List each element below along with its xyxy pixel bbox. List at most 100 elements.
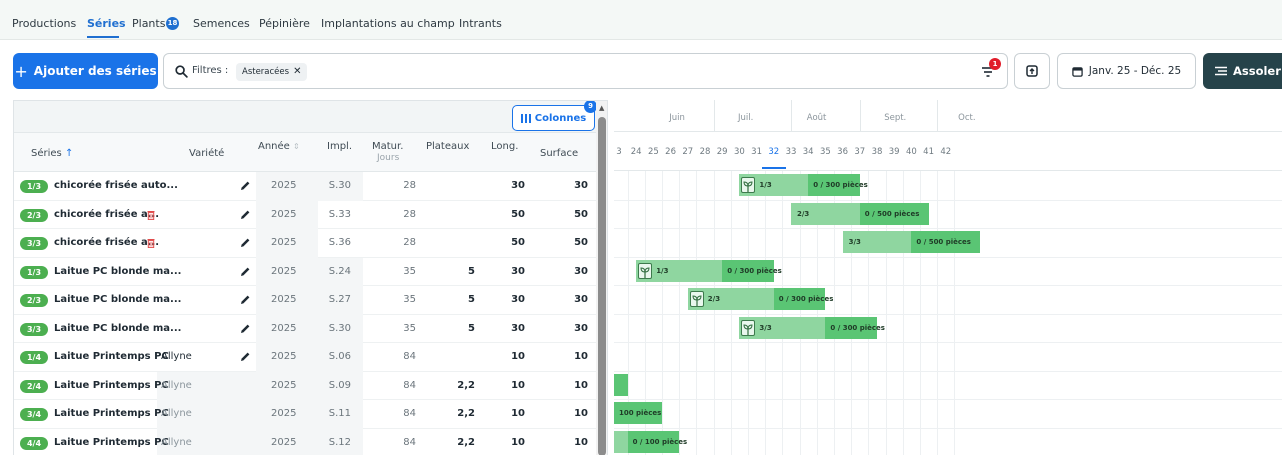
maturity-cell: 84 (403, 408, 416, 419)
assoler-label: Assoler ( (1233, 64, 1282, 78)
implantation-week-cell: S.30 (328, 322, 351, 334)
assoler-button[interactable]: Assoler ( (1203, 53, 1282, 89)
tab-implantations[interactable]: Implantations au champ (321, 17, 455, 30)
gantt-bar[interactable]: 2/3 0 / 500 pièces (791, 202, 929, 225)
export-button[interactable] (1014, 53, 1050, 89)
series-name: Laitue PC blonde ma... (54, 294, 182, 305)
pencil-icon[interactable] (239, 351, 251, 363)
columns-button[interactable]: Colonnes (512, 105, 595, 131)
scroll-up-icon[interactable]: ▲ (599, 104, 604, 112)
gantt-bar[interactable]: 0 / 100 pièces (614, 430, 687, 453)
series-name: Laitue PC blonde ma... (54, 265, 182, 277)
table-row[interactable]: 4/4 Laitue Printemps PC Allyne 2025 S.12 84 2,… (14, 428, 596, 455)
tab-productions[interactable]: Productions (12, 17, 76, 30)
gantt-bar[interactable]: 100 pièces (614, 402, 662, 424)
implantation-week-cell: S.36 (328, 237, 351, 248)
header-year-label: Année (258, 141, 290, 152)
table-row[interactable]: 1/4 Laitue Printemps PC Allyne 2025 S.06 84 10… (14, 343, 596, 372)
table-row[interactable]: 1/3 chicorée frisée auto... 2025 S.30 28 30 30 (14, 172, 596, 201)
header-matur[interactable]: Matur. (372, 141, 403, 152)
pencil-icon[interactable] (239, 209, 251, 221)
header-series[interactable]: Séries ↑ (31, 148, 73, 159)
gantt-bar[interactable]: 3/3 0 / 500 pièces (842, 231, 981, 253)
gantt-bar[interactable]: 3/3 0 / 300 pièces (739, 316, 885, 339)
add-series-button[interactable]: + Ajouter des séries (13, 53, 158, 89)
header-impl[interactable]: Impl. (327, 141, 352, 152)
header-variety[interactable]: Variété (189, 148, 224, 159)
gantt-week-label[interactable]: 42 (931, 147, 961, 157)
date-range-label: Janv. 25 - Déc. 25 (1088, 65, 1182, 77)
maturity-cell: 28 (403, 237, 416, 248)
year-cell: 2025 (271, 351, 297, 362)
year-cell: 2025 (271, 265, 297, 277)
plateaux-cell: 5 (468, 265, 475, 277)
series-name: Laitue PC blonde ma... (54, 322, 182, 334)
pencil-icon[interactable] (239, 180, 251, 192)
row-gridline (614, 313, 1282, 315)
header-surface[interactable]: Surface (540, 148, 578, 159)
series-table: Colonnes 9 Séries ↑ Variété Année ⇕ Impl… (13, 100, 608, 455)
length-cell: 10 (511, 436, 525, 448)
pencil-icon[interactable] (239, 266, 251, 278)
pencil-icon[interactable] (239, 323, 251, 335)
implantation-week-cell: S.24 (328, 265, 351, 277)
table-row[interactable]: 2/4 Laitue Printemps PC Allyne 2025 S.09 84 2,… (14, 371, 596, 400)
app-root: Productions Séries Plants 18 Semences Pé… (0, 0, 1282, 455)
trash-icon[interactable] (147, 210, 155, 220)
series-index-pill: 2/3 (20, 294, 48, 307)
gantt-month-label: Sept. (884, 113, 907, 123)
tab-pepiniere[interactable]: Pépinière (259, 17, 310, 30)
gantt-month-label: Juin (669, 113, 685, 123)
surface-cell: 50 (574, 237, 588, 248)
gantt-bar-label: 2/3 (707, 295, 721, 303)
gantt-month-label: Oct. (958, 113, 976, 123)
plateaux-cell: 2,2 (457, 379, 475, 391)
date-range-button[interactable]: Janv. 25 - Déc. 25 (1057, 53, 1196, 89)
series-index-pill: 3/3 (20, 237, 48, 250)
table-row[interactable]: 3/4 Laitue Printemps PC Allyne 2025 S.11 84 2,… (14, 400, 596, 429)
scrollbar-thumb[interactable] (598, 117, 606, 455)
header-long[interactable]: Long. (491, 141, 518, 152)
gantt-bar[interactable]: 1/3 0 / 300 pièces (636, 259, 782, 282)
tab-intrants[interactable]: Intrants (459, 17, 502, 30)
filter-bar[interactable]: Filtres : Asteracées ✕ 1 (163, 53, 1008, 89)
gantt-weeks: 3 24 25 26 27 28 29 30 31 32 33 34 35 36 37 38 39 40 41 42 (614, 132, 1282, 171)
header-plateaux[interactable]: Plateaux (426, 141, 469, 152)
series-index-pill: 1/3 (20, 265, 48, 279)
close-icon[interactable]: ✕ (293, 66, 301, 77)
header-year[interactable]: Année ⇕ (258, 141, 300, 152)
surface-cell: 50 (574, 208, 588, 220)
gantt-bar[interactable] (614, 373, 628, 396)
maturity-cell: 28 (403, 208, 416, 220)
tab-series[interactable]: Séries (87, 17, 126, 30)
gantt-month-label: Juil. (738, 113, 754, 123)
trash-icon[interactable] (147, 238, 155, 248)
plateaux-cell: 2,2 (457, 436, 475, 448)
pencil-icon[interactable] (239, 237, 251, 249)
plateaux-cell: 2,2 (457, 408, 475, 419)
tab-plants[interactable]: Plants (132, 17, 165, 30)
seedling-icon (741, 177, 756, 193)
table-row[interactable]: 2/3 Laitue PC blonde ma... 2025 S.27 35 5 30 30 (14, 286, 596, 315)
implantation-week-cell: S.12 (328, 436, 351, 448)
series-name: Laitue Printemps PC (54, 379, 169, 391)
export-icon (1026, 65, 1038, 77)
table-row[interactable]: 3/3 chicorée frisée a... 2025 S.36 28 50 50 (14, 229, 596, 258)
maturity-cell: 35 (403, 265, 416, 277)
gantt-bar[interactable]: 2/3 0 / 300 pièces (687, 288, 833, 310)
length-cell: 10 (511, 351, 525, 362)
series-name: chicorée frisée a... (54, 208, 160, 220)
current-week-indicator (761, 167, 786, 169)
table-row[interactable]: 2/3 chicorée frisée a... 2025 S.33 28 50 50 (14, 200, 596, 229)
tab-semences[interactable]: Semences (193, 17, 250, 30)
table-row[interactable]: 3/3 Laitue PC blonde ma... 2025 S.30 35 5 30 30 (14, 314, 596, 343)
filter-chip[interactable]: Asteracées ✕ (236, 63, 308, 81)
gantt-bar[interactable]: 1/3 0 / 300 pièces (739, 174, 868, 196)
series-name: chicorée frisée auto... (54, 180, 178, 191)
pencil-icon[interactable] (239, 294, 251, 306)
row-gridline (614, 228, 1282, 229)
table-row[interactable]: 1/3 Laitue PC blonde ma... 2025 S.24 35 5 30 30 (14, 257, 596, 286)
series-index-pill: 2/4 (20, 379, 48, 393)
year-cell: 2025 (271, 208, 297, 220)
gantt-bar-progress-label: 0 / 300 pièces (778, 295, 834, 303)
